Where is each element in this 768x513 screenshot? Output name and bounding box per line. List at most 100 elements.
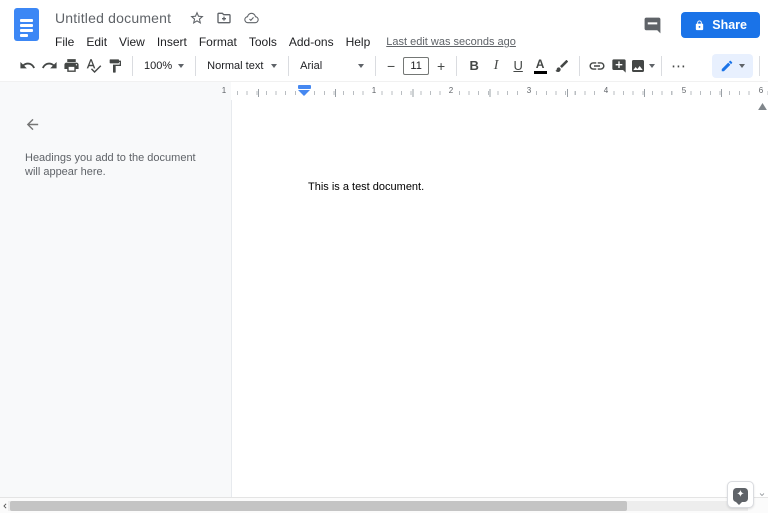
insert-image-button[interactable] [630,54,655,78]
close-outline-button[interactable] [22,114,42,134]
outline-placeholder: Headings you add to the document will ap… [25,152,211,179]
add-comment-button[interactable] [608,54,630,78]
add-comment-icon [611,58,627,74]
last-edit-link[interactable]: Last edit was seconds ago [386,36,516,48]
share-button-label: Share [712,18,747,32]
ruler-left-zone [0,82,231,100]
ruler-number: 1 [370,85,378,96]
menu-item-insert[interactable]: Insert [151,35,193,49]
spellcheck-icon [85,57,102,74]
decrease-font-size-button[interactable]: − [382,54,400,78]
docs-logo-icon [14,8,39,41]
menu-item-help[interactable]: Help [340,35,377,49]
toolbar-separator [661,56,662,76]
menubar: File Edit View Insert Format Tools Add-o… [55,33,516,51]
bold-button[interactable]: B [463,54,485,78]
toolbar-separator [579,56,580,76]
scrollbar-track[interactable] [8,501,748,511]
menu-item-edit[interactable]: Edit [80,35,113,49]
star-button[interactable] [187,9,207,27]
ruler: 1 1 2 3 4 5 6 [0,82,768,100]
chevron-down-icon [178,64,184,68]
font-size-input[interactable]: 11 [403,57,429,75]
zoom-select[interactable]: 100% [139,54,189,78]
toolbar-separator [288,56,289,76]
highlight-color-button[interactable] [551,54,573,78]
insert-link-button[interactable] [586,54,608,78]
print-icon [63,57,80,74]
outline-panel: Headings you add to the document will ap… [0,100,231,497]
ruler-number: 3 [525,85,533,96]
explore-button[interactable]: ✦ [727,481,754,508]
lock-icon [694,20,705,31]
explore-icon: ✦ [733,488,748,502]
chevron-down-icon [649,64,655,68]
toolbar: 100% Normal text Arial − 11 + B I U A [0,50,768,82]
triangle-up-icon [758,103,767,110]
increase-font-size-button[interactable]: + [432,54,450,78]
comment-icon [643,16,662,35]
toolbar-separator [456,56,457,76]
more-options-button[interactable]: ⋯ [668,54,690,78]
editing-mode-button[interactable] [712,54,753,78]
cloud-saved-icon [243,10,260,26]
left-indent-icon[interactable] [298,90,310,96]
ruler-halftick-strip [237,89,768,97]
paragraph-style-value: Normal text [207,60,265,72]
document-title[interactable]: Untitled document [55,10,171,26]
link-icon [588,57,606,75]
paint-roller-icon [107,58,123,74]
folder-move-icon [216,10,232,26]
document-text[interactable]: This is a test document. [308,180,424,195]
ruler-number: 4 [602,85,610,96]
topbar-right: Share [641,12,760,38]
title-block: Untitled document File Edit View [55,7,516,51]
indent-marker[interactable] [298,85,311,96]
menu-item-addons[interactable]: Add-ons [283,35,340,49]
document-status-button[interactable] [241,9,261,27]
undo-button[interactable] [16,54,38,78]
chevron-down-icon [739,64,745,68]
text-color-icon: A [534,58,547,74]
ruler-number: 2 [447,85,455,96]
menu-item-file[interactable]: File [55,35,80,49]
font-family-value: Arial [300,60,352,72]
paragraph-style-select[interactable]: Normal text [202,54,282,78]
menu-item-tools[interactable]: Tools [243,35,283,49]
scrollbar-thumb[interactable] [10,501,627,511]
menu-item-view[interactable]: View [113,35,151,49]
paint-format-button[interactable] [104,54,126,78]
redo-icon [41,57,58,74]
google-docs-window: Untitled document File Edit View [0,0,768,513]
text-color-button[interactable]: A [529,54,551,78]
chevron-down-icon [358,64,364,68]
underline-button[interactable]: U [507,54,529,78]
topbar: Untitled document File Edit View [0,0,768,50]
ruler-number: 1 [222,85,226,96]
undo-icon [19,57,36,74]
move-to-folder-button[interactable] [214,9,234,27]
back-arrow-icon [24,116,41,133]
zoom-value: 100% [144,60,172,72]
horizontal-scrollbar [0,497,768,513]
open-comments-button[interactable] [641,14,663,36]
pencil-icon [720,59,734,73]
toolbar-separator [195,56,196,76]
highlighter-icon [554,58,570,74]
toolbar-separator [132,56,133,76]
scroll-up-button[interactable] [758,97,767,115]
print-button[interactable] [60,54,82,78]
menu-item-format[interactable]: Format [193,35,243,49]
font-family-select[interactable]: Arial [295,54,369,78]
toolbar-separator [375,56,376,76]
toolbar-separator [759,56,760,76]
italic-button[interactable]: I [485,54,507,78]
document-page[interactable]: This is a test document. [231,100,768,497]
share-button[interactable]: Share [681,12,760,38]
docs-home-button[interactable] [14,8,39,41]
first-line-indent-icon[interactable] [298,85,311,89]
spellcheck-button[interactable] [82,54,104,78]
ruler-number: 6 [757,85,765,96]
redo-button[interactable] [38,54,60,78]
image-icon [630,58,646,74]
